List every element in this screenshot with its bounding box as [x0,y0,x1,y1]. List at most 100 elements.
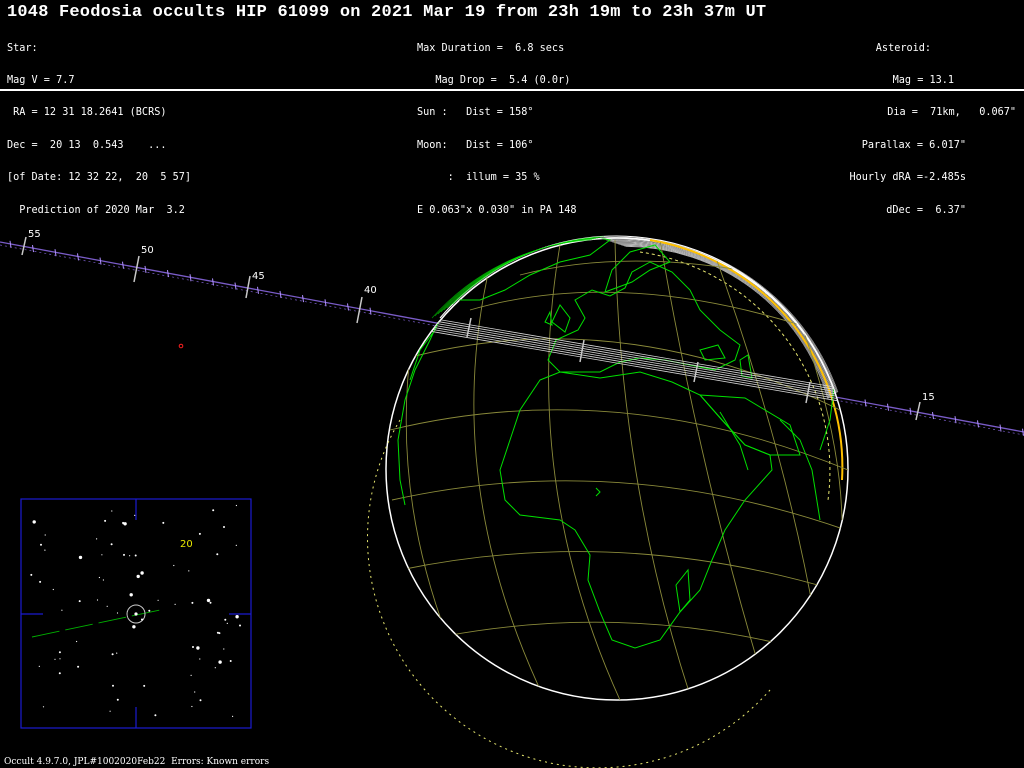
background-star [132,625,136,629]
background-star [134,554,137,557]
background-star [58,672,61,675]
background-star [224,618,227,621]
background-star [198,532,201,535]
background-star [143,684,146,687]
path-minute-tick [999,424,1002,432]
background-star [199,699,202,702]
background-star [58,651,61,654]
background-star [214,667,216,669]
background-star [59,658,61,660]
path-minute-tick [32,244,34,253]
time-label-15: 15 [922,392,935,403]
path-minute-tick [77,253,79,261]
background-star [111,653,114,656]
background-star [44,549,46,551]
background-star [116,612,119,614]
background-star [232,715,234,718]
background-star [110,543,113,546]
background-star [140,571,144,575]
background-star [209,601,212,604]
path-minute-tick [887,403,889,411]
path-minute-tick [977,420,979,428]
background-star [61,609,63,611]
background-star [162,521,165,524]
background-star [44,534,46,536]
background-star [109,710,111,712]
background-star [42,706,45,708]
background-star [148,609,151,612]
background-star [192,646,194,648]
background-star [206,598,211,603]
background-star [111,510,113,512]
background-star [77,665,80,668]
background-star [239,624,241,627]
background-star [32,520,36,524]
background-star [194,691,196,693]
path-minute-tick [864,399,867,407]
time-label-45: 45 [252,271,265,282]
background-star [157,599,159,601]
path-minute-tick [932,411,934,420]
path-minute-tick [189,274,192,282]
background-star [218,660,222,664]
star-chart-label: 20 [180,539,193,550]
background-star [136,574,140,579]
background-star [98,576,100,579]
star-chart: 20 [20,498,252,729]
occultation-plot: 55 50 45 40 15 20 [0,229,1024,768]
background-star [116,698,119,701]
time-tick-50 [133,255,140,283]
background-star [174,603,176,606]
path-minute-tick [234,282,237,290]
background-star [235,504,237,507]
background-star [106,605,108,607]
background-star [235,615,239,619]
background-star [212,509,215,512]
time-label-40: 40 [364,285,377,296]
background-star [154,714,157,717]
time-label-55: 55 [28,229,41,240]
background-star [190,674,192,677]
time-tick-45 [245,275,251,299]
path-minute-tick [279,290,282,299]
background-star [38,665,40,668]
background-star [216,631,219,634]
background-star [129,593,133,597]
time-tick-40 [356,296,363,324]
path-minute-tick [302,295,304,303]
path-minute-tick [257,286,259,294]
background-star [226,622,228,625]
background-star [96,538,98,540]
background-star [122,521,125,524]
path-minute-tick [347,303,349,311]
background-star [123,553,125,556]
path-minute-tick [144,265,147,273]
path-minute-tick [122,261,124,269]
earth-globe [367,235,849,768]
background-star [52,588,54,591]
background-star [54,658,56,660]
background-star [134,514,136,517]
background-star [39,580,42,583]
background-star [196,646,200,650]
background-star [40,543,42,546]
background-star [191,705,193,708]
background-star [116,652,118,654]
background-star [191,601,194,604]
background-star [129,555,131,557]
background-star [141,618,143,621]
background-star [30,573,33,576]
background-star [78,555,83,560]
background-star [96,599,99,601]
background-star [101,554,103,556]
background-star [223,648,225,650]
background-star [78,600,81,603]
background-star [216,553,219,556]
miss-marker [178,343,184,349]
background-star [223,526,225,528]
time-label-50: 50 [141,245,154,256]
background-star [104,519,107,522]
background-star [173,564,175,567]
background-star [188,570,190,572]
background-star [235,544,237,547]
